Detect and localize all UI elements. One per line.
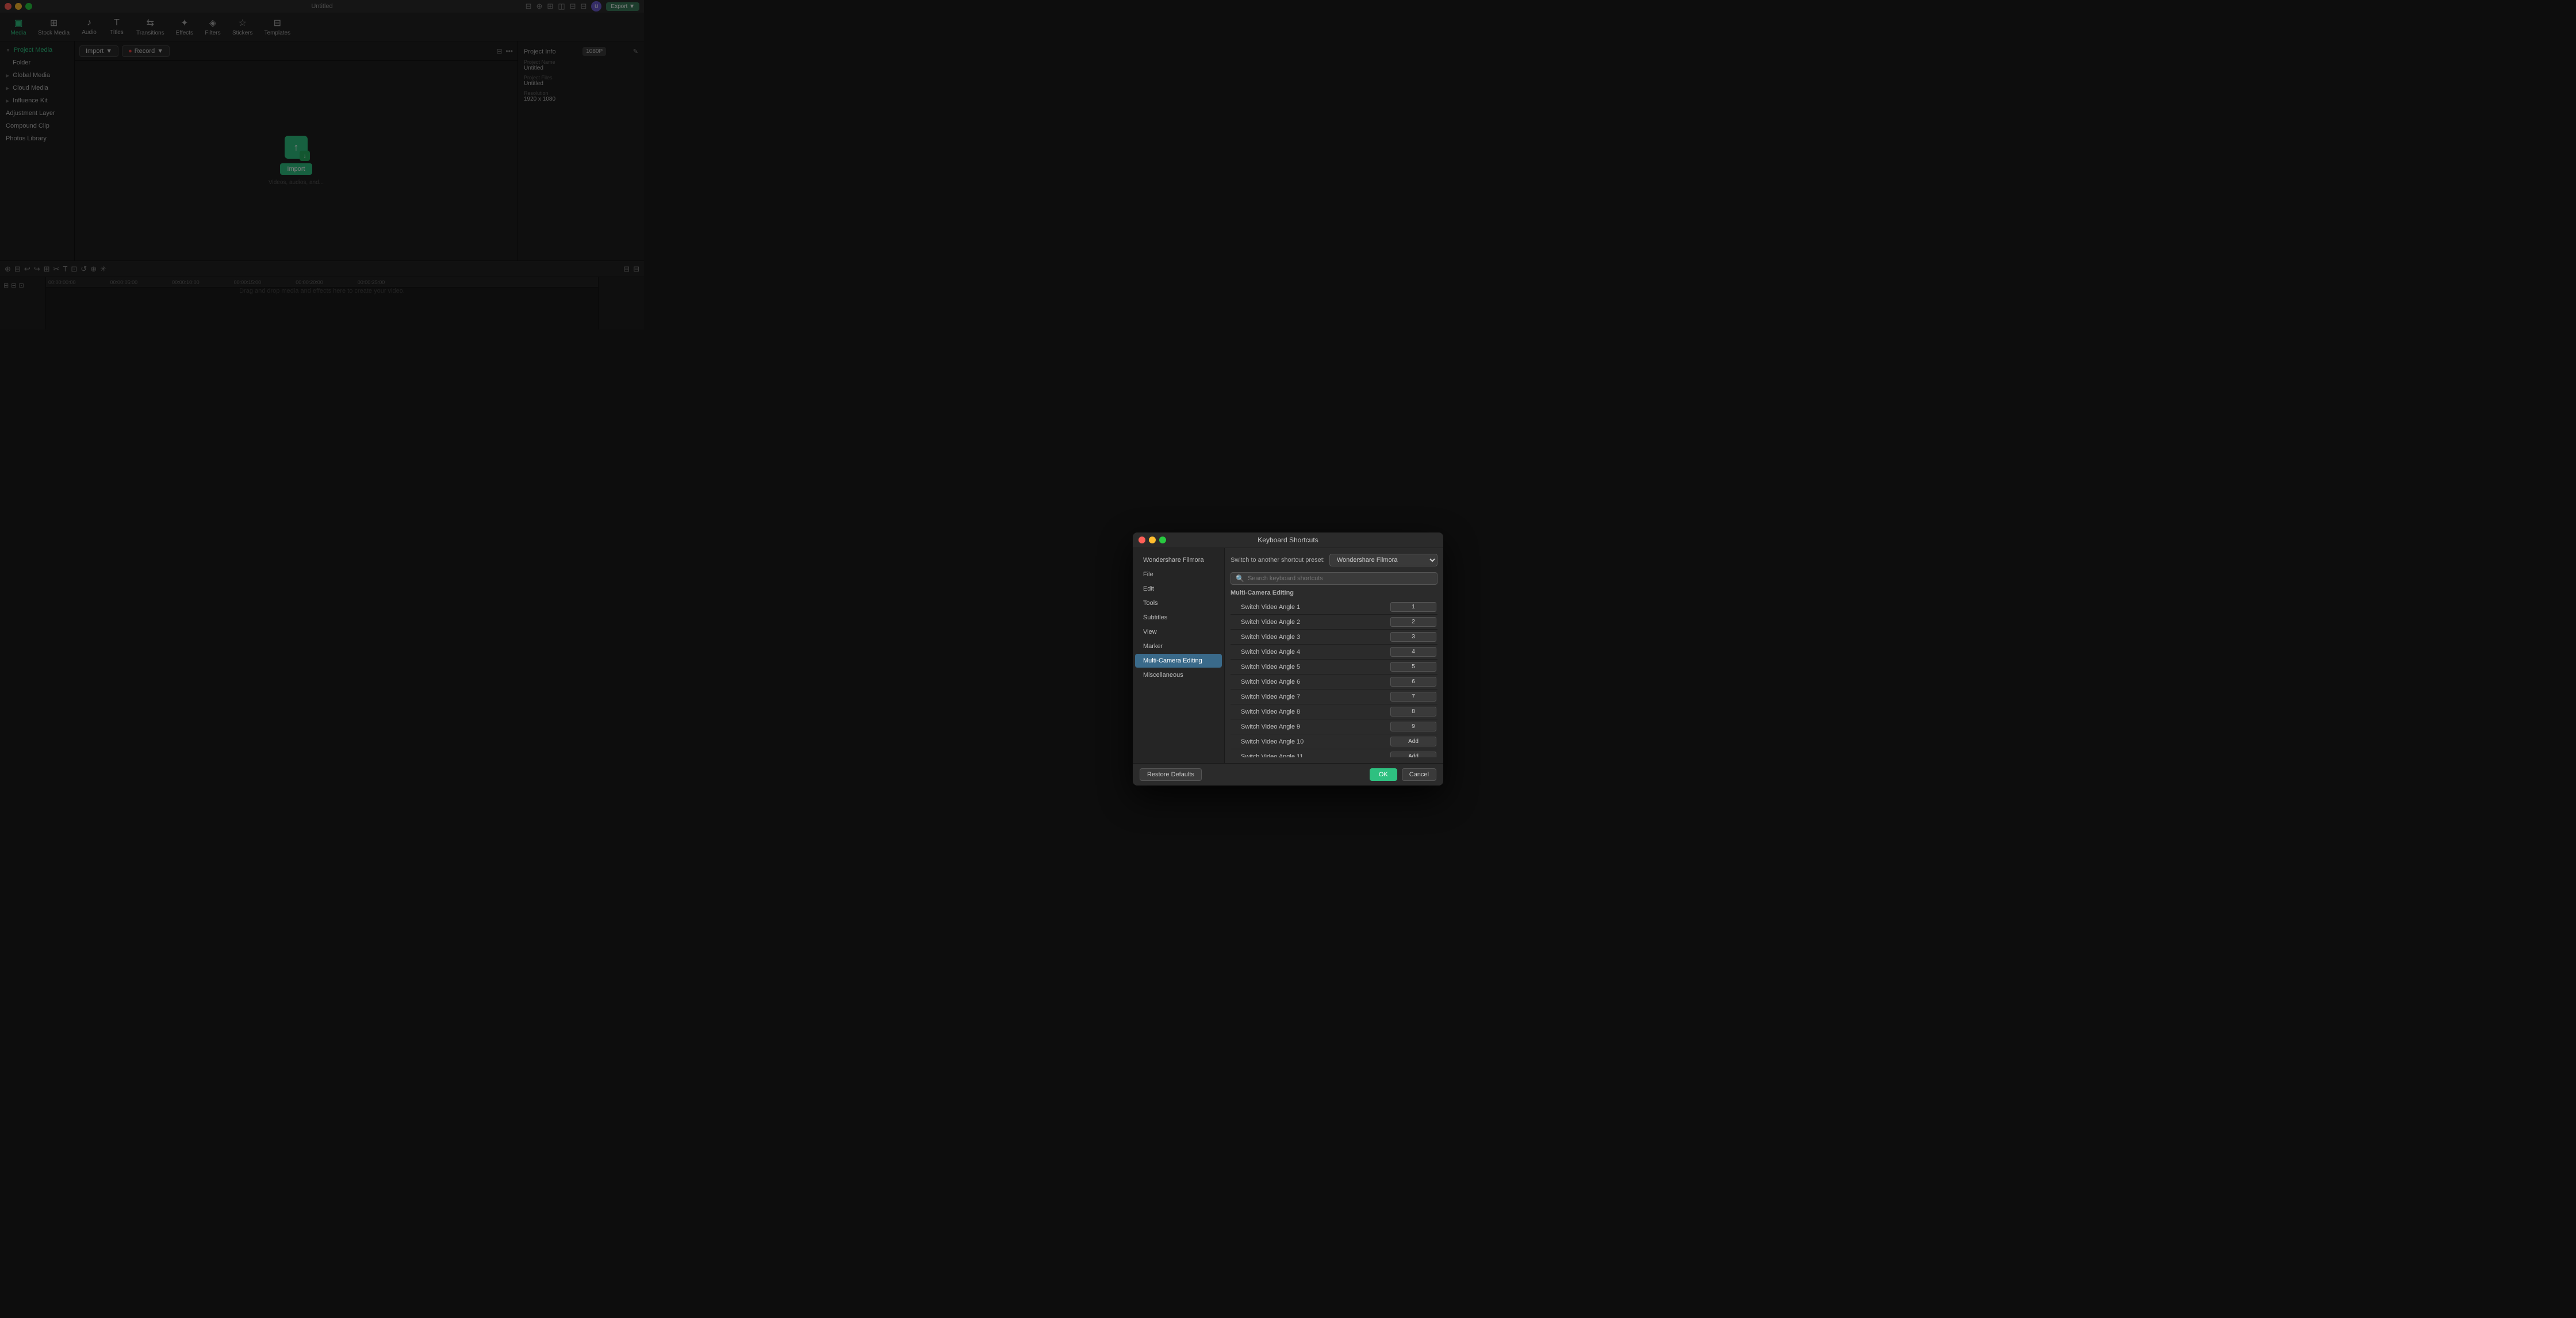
shortcut-key-6[interactable]: 6 [1390, 677, 1436, 687]
modal-sidebar-marker[interactable]: Marker [1135, 639, 1222, 653]
shortcut-row-1: Switch Video Angle 1 1 [1230, 600, 1438, 615]
shortcut-label-3: Switch Video Angle 3 [1232, 634, 1390, 641]
shortcut-row-2: Switch Video Angle 2 2 [1230, 615, 1438, 630]
modal-footer: Restore Defaults OK Cancel [1133, 763, 1443, 786]
modal-footer-actions: OK Cancel [1370, 768, 1436, 781]
modal-overlay: Keyboard Shortcuts Wondershare Filmora F… [0, 0, 2576, 1318]
shortcut-key-4[interactable]: 4 [1390, 647, 1436, 657]
section-header: Multi-Camera Editing [1230, 589, 1438, 596]
shortcut-row-9: Switch Video Angle 9 9 [1230, 719, 1438, 734]
ok-button[interactable]: OK [1370, 768, 1397, 781]
search-row: 🔍 [1230, 572, 1438, 585]
modal-sidebar-file[interactable]: File [1135, 568, 1222, 581]
shortcut-key-8[interactable]: 8 [1390, 707, 1436, 717]
shortcut-label-5: Switch Video Angle 5 [1232, 664, 1390, 671]
shortcuts-list: Switch Video Angle 1 1 Switch Video Angl… [1230, 600, 1438, 757]
shortcut-key-5[interactable]: 5 [1390, 662, 1436, 672]
shortcut-row-7: Switch Video Angle 7 7 [1230, 689, 1438, 704]
shortcut-label-8: Switch Video Angle 8 [1232, 708, 1390, 715]
modal-main-content: Switch to another shortcut preset: Wonde… [1225, 548, 1443, 763]
modal-sidebar-tools[interactable]: Tools [1135, 596, 1222, 610]
restore-defaults-button[interactable]: Restore Defaults [1140, 768, 1202, 781]
shortcut-label-7: Switch Video Angle 7 [1232, 694, 1390, 700]
shortcut-key-9[interactable]: 9 [1390, 722, 1436, 731]
modal-close-button[interactable] [1138, 537, 1145, 543]
modal-sidebar-multi-camera[interactable]: Multi-Camera Editing [1135, 654, 1222, 668]
preset-select[interactable]: Wondershare Filmora [1329, 554, 1438, 566]
modal-body: Wondershare Filmora File Edit Tools Subt… [1133, 548, 1443, 763]
modal-sidebar: Wondershare Filmora File Edit Tools Subt… [1133, 548, 1225, 763]
modal-title: Keyboard Shortcuts [1258, 536, 1318, 544]
modal-sidebar-edit[interactable]: Edit [1135, 582, 1222, 596]
shortcut-row-8: Switch Video Angle 8 8 [1230, 704, 1438, 719]
shortcut-row-4: Switch Video Angle 4 4 [1230, 645, 1438, 660]
shortcut-label-4: Switch Video Angle 4 [1232, 649, 1390, 656]
keyboard-shortcuts-modal: Keyboard Shortcuts Wondershare Filmora F… [1133, 532, 1443, 786]
shortcut-label-1: Switch Video Angle 1 [1232, 604, 1390, 611]
shortcut-label-11: Switch Video Angle 11 [1232, 753, 1390, 757]
shortcut-key-3[interactable]: 3 [1390, 632, 1436, 642]
shortcut-key-2[interactable]: 2 [1390, 617, 1436, 627]
shortcut-row-10: Switch Video Angle 10 Add [1230, 734, 1438, 749]
shortcut-row-6: Switch Video Angle 6 6 [1230, 675, 1438, 689]
shortcut-key-10[interactable]: Add [1390, 737, 1436, 746]
cancel-button[interactable]: Cancel [1402, 768, 1436, 781]
shortcut-key-11[interactable]: Add [1390, 752, 1436, 757]
shortcut-label-9: Switch Video Angle 9 [1232, 723, 1390, 730]
modal-maximize-button[interactable] [1159, 537, 1166, 543]
modal-sidebar-miscellaneous[interactable]: Miscellaneous [1135, 668, 1222, 682]
modal-sidebar-view[interactable]: View [1135, 625, 1222, 639]
preset-label: Switch to another shortcut preset: [1230, 557, 1325, 564]
shortcut-label-2: Switch Video Angle 2 [1232, 619, 1390, 626]
shortcut-row-3: Switch Video Angle 3 3 [1230, 630, 1438, 645]
shortcut-row-11: Switch Video Angle 11 Add [1230, 749, 1438, 757]
search-icon: 🔍 [1236, 574, 1244, 583]
shortcut-label-10: Switch Video Angle 10 [1232, 738, 1390, 745]
modal-sidebar-subtitles[interactable]: Subtitles [1135, 611, 1222, 624]
shortcut-label-6: Switch Video Angle 6 [1232, 679, 1390, 685]
modal-sidebar-wondershare[interactable]: Wondershare Filmora [1135, 553, 1222, 567]
modal-minimize-button[interactable] [1149, 537, 1156, 543]
shortcut-key-7[interactable]: 7 [1390, 692, 1436, 702]
preset-row: Switch to another shortcut preset: Wonde… [1230, 554, 1438, 566]
shortcut-row-5: Switch Video Angle 5 5 [1230, 660, 1438, 675]
modal-titlebar: Keyboard Shortcuts [1133, 532, 1443, 548]
shortcut-key-1[interactable]: 1 [1390, 602, 1436, 612]
search-input[interactable] [1248, 575, 1432, 582]
